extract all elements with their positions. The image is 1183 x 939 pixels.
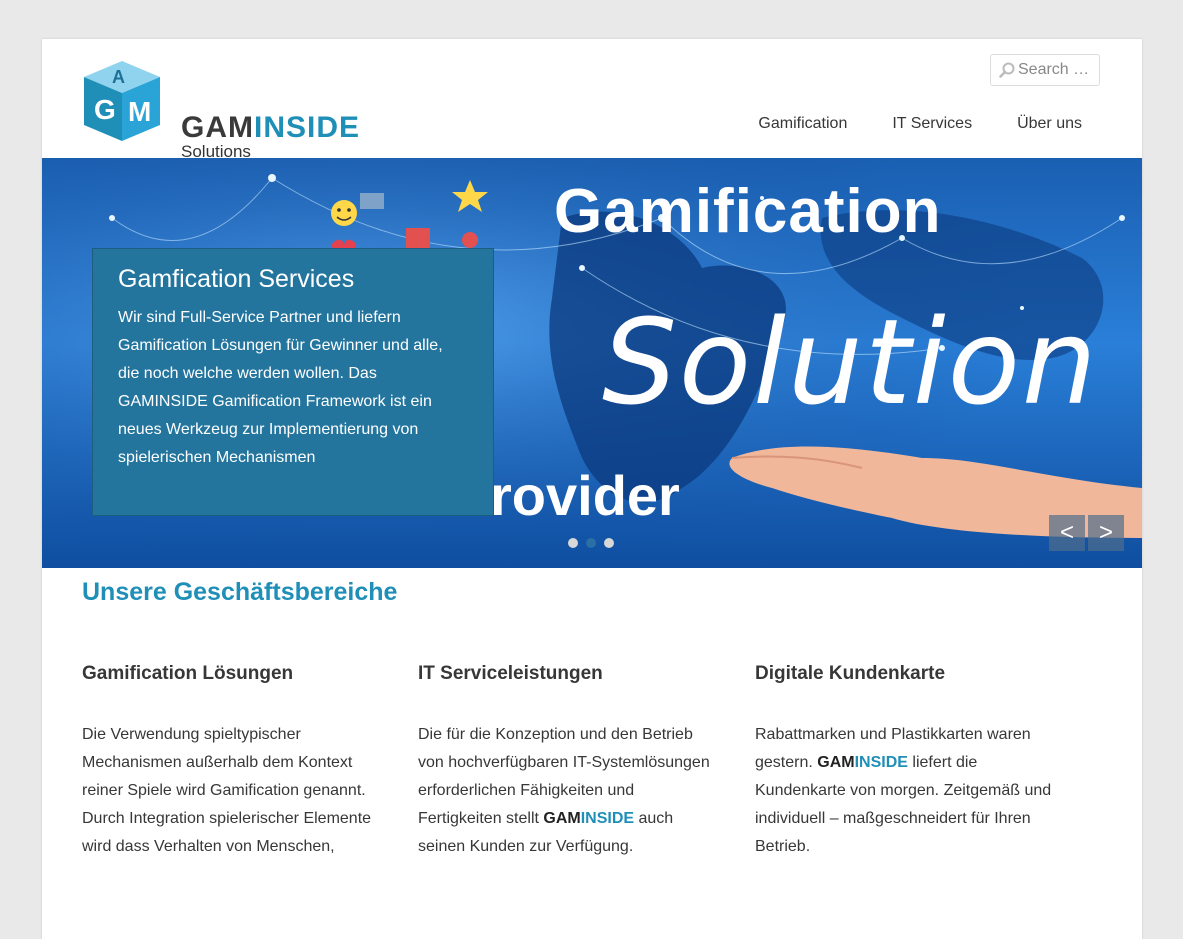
search-input[interactable] [1018, 61, 1098, 79]
svg-text:M: M [128, 96, 151, 127]
slider-dot-3[interactable] [604, 538, 614, 548]
slider-next-button[interactable]: > [1088, 515, 1124, 551]
logo-cube-icon: G M A [84, 61, 160, 141]
logo-word-inside: INSIDE [254, 111, 361, 144]
search-icon [999, 62, 1015, 78]
hero-slider[interactable]: Gamification Solution rovider Gamficatio… [42, 158, 1142, 568]
hero-caption-box: Gamfication Services Wir sind Full-Servi… [92, 248, 494, 516]
logo-wordmark: GAMINSIDE [181, 113, 360, 143]
logo-word-gam: GAM [181, 111, 254, 144]
nav-item-it-services[interactable]: IT Services [892, 115, 972, 133]
section-title: Unsere Geschäftsbereiche [82, 578, 398, 606]
slider-dot-2[interactable] [586, 538, 596, 548]
page-container: G M A GAMINSIDE Solutions Gamification I… [42, 39, 1142, 939]
slider-dots [568, 538, 614, 548]
hero-caption-title: Gamfication Services [118, 265, 355, 293]
slider-dot-1[interactable] [568, 538, 578, 548]
site-logo[interactable]: G M A GAMINSIDE Solutions [82, 57, 392, 161]
hero-image-text-gamification: Gamification [554, 177, 942, 246]
svg-text:G: G [94, 94, 116, 125]
search-box[interactable] [990, 54, 1100, 86]
nav-item-ueber-uns[interactable]: Über uns [1017, 115, 1082, 133]
nav-item-gamification[interactable]: Gamification [758, 115, 847, 133]
hero-caption-text: Wir sind Full-Service Partner und liefer… [118, 309, 443, 466]
hero-image-text-solution: Solution [602, 293, 1099, 431]
svg-text:A: A [112, 67, 125, 87]
main-nav: Gamification IT Services Über uns [758, 115, 1082, 133]
slider-prev-button[interactable]: < [1049, 515, 1085, 551]
hero-image-text-provider: rovider [490, 464, 680, 527]
